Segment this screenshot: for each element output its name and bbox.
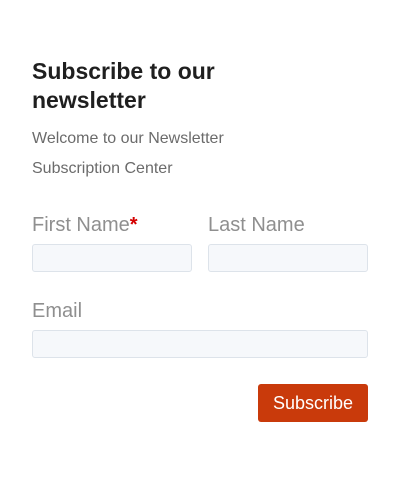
last-name-label: Last Name — [208, 214, 305, 236]
subscribe-button[interactable]: Subscribe — [258, 384, 368, 422]
first-name-label: First Name* — [32, 213, 138, 237]
required-asterisk: * — [129, 214, 138, 236]
first-name-input[interactable] — [32, 244, 192, 272]
email-input[interactable] — [32, 330, 368, 358]
form-title: Subscribe to our newsletter — [32, 58, 215, 113]
first-name-label-text: First Name — [32, 214, 130, 236]
form-subtitle: Welcome to our Newsletter Subscription C… — [32, 130, 224, 177]
email-label: Email — [32, 300, 83, 322]
newsletter-form: Subscribe to our newsletter Welcome to o… — [0, 0, 400, 480]
last-name-input[interactable] — [208, 244, 368, 272]
